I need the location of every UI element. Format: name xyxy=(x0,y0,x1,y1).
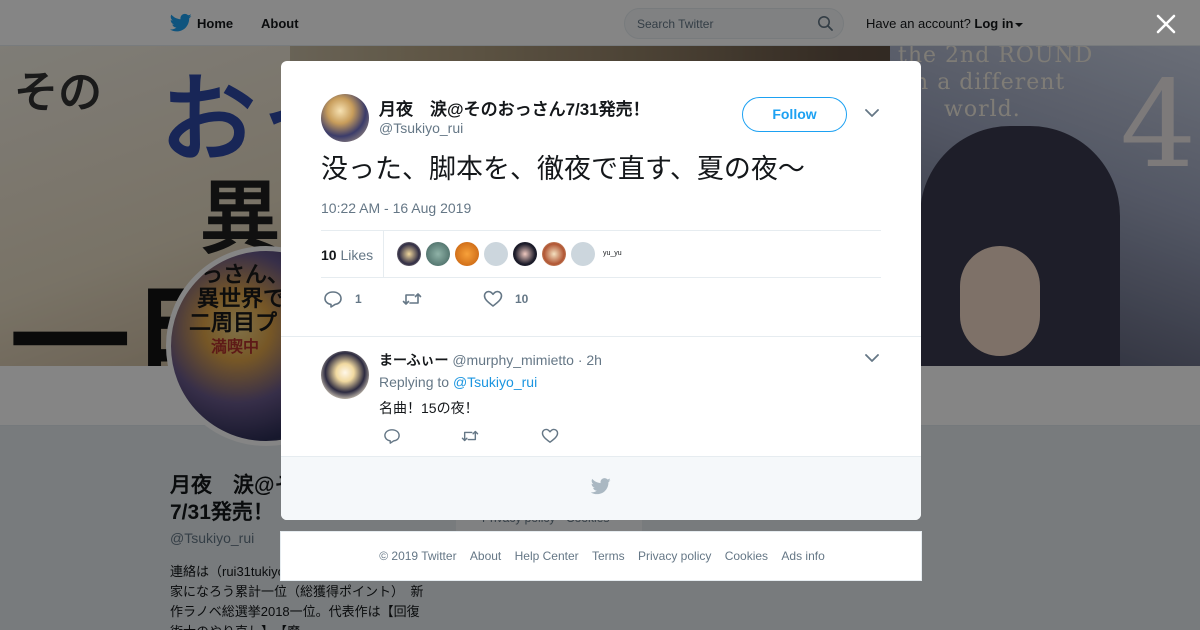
like-action[interactable]: 10 xyxy=(483,287,528,311)
footer-terms-link[interactable]: Terms xyxy=(592,549,625,563)
replying-to-label: Replying to xyxy=(379,374,450,390)
liker-name[interactable]: yu_yu xyxy=(603,250,622,257)
author-avatar[interactable] xyxy=(321,94,369,142)
heart-icon[interactable] xyxy=(483,290,503,308)
reply-header: まーふぃー @murphy_mimietto · 2h xyxy=(379,350,602,370)
follow-button[interactable]: Follow xyxy=(742,97,847,132)
liker-avatar[interactable] xyxy=(513,242,537,266)
footer-help-link[interactable]: Help Center xyxy=(515,549,579,563)
footer-copyright: © 2019 Twitter xyxy=(379,549,457,563)
likes-number: 10 xyxy=(321,247,337,263)
tweet-stats: 10 Likes yu_yu xyxy=(321,230,881,278)
footer-privacy-link[interactable]: Privacy policy xyxy=(638,549,711,563)
reply-action[interactable]: 1 xyxy=(323,287,362,311)
modal-footer xyxy=(281,456,921,520)
chevron-down-icon[interactable] xyxy=(865,353,879,363)
footer-links: © 2019 Twitter About Help Center Terms P… xyxy=(281,549,923,563)
liker-avatar[interactable] xyxy=(571,242,595,266)
reply-author-name[interactable]: まーふぃー xyxy=(379,352,448,368)
footer-ads-link[interactable]: Ads info xyxy=(781,549,824,563)
author-handle[interactable]: @Tsukiyo_rui xyxy=(379,120,463,136)
reply-text: 名曲！15の夜！ xyxy=(379,400,479,416)
likes-label: Likes xyxy=(340,247,374,263)
reply-author-handle[interactable]: @murphy_mimietto xyxy=(452,352,574,368)
like-count: 10 xyxy=(515,292,529,306)
twitter-bird-icon xyxy=(591,478,611,495)
retweet-icon[interactable] xyxy=(402,290,422,308)
replying-to-link[interactable]: @Tsukiyo_rui xyxy=(453,374,537,390)
tweet-text: 没った、脚本を、徹夜で直す、夏の夜～ xyxy=(321,154,805,184)
liker-avatar[interactable] xyxy=(426,242,450,266)
heart-icon[interactable] xyxy=(541,428,559,444)
reply-timestamp[interactable]: · 2h xyxy=(578,352,602,368)
tweet-timestamp[interactable]: 10:22 AM - 16 Aug 2019 xyxy=(321,200,471,216)
tweet-modal: 月夜 涙@そのおっさん7/31発売！ @Tsukiyo_rui Follow 没… xyxy=(281,61,921,520)
likes-count[interactable]: 10 Likes xyxy=(321,247,373,263)
replying-to: Replying to @Tsukiyo_rui xyxy=(379,374,537,390)
retweet-icon[interactable] xyxy=(461,428,479,444)
stats-divider xyxy=(383,231,384,277)
chevron-down-icon[interactable] xyxy=(865,108,879,118)
divider xyxy=(281,336,921,337)
site-footer: © 2019 Twitter About Help Center Terms P… xyxy=(280,531,922,581)
liker-avatar[interactable] xyxy=(484,242,508,266)
tweet-actions: 1 10 xyxy=(321,287,881,311)
reply-icon[interactable] xyxy=(323,290,343,308)
author-name[interactable]: 月夜 涙@そのおっさん7/31発売！ xyxy=(379,95,650,120)
retweet-action[interactable] xyxy=(402,287,422,311)
liker-avatar[interactable] xyxy=(397,242,421,266)
footer-cookies-link[interactable]: Cookies xyxy=(725,549,768,563)
reply-icon[interactable] xyxy=(383,428,401,444)
reply-count: 1 xyxy=(355,292,362,306)
close-icon[interactable] xyxy=(1154,12,1178,36)
footer-about-link[interactable]: About xyxy=(470,549,501,563)
reply-avatar[interactable] xyxy=(321,351,369,399)
reply-actions xyxy=(379,428,679,446)
liker-avatar[interactable] xyxy=(455,242,479,266)
liker-avatar[interactable] xyxy=(542,242,566,266)
